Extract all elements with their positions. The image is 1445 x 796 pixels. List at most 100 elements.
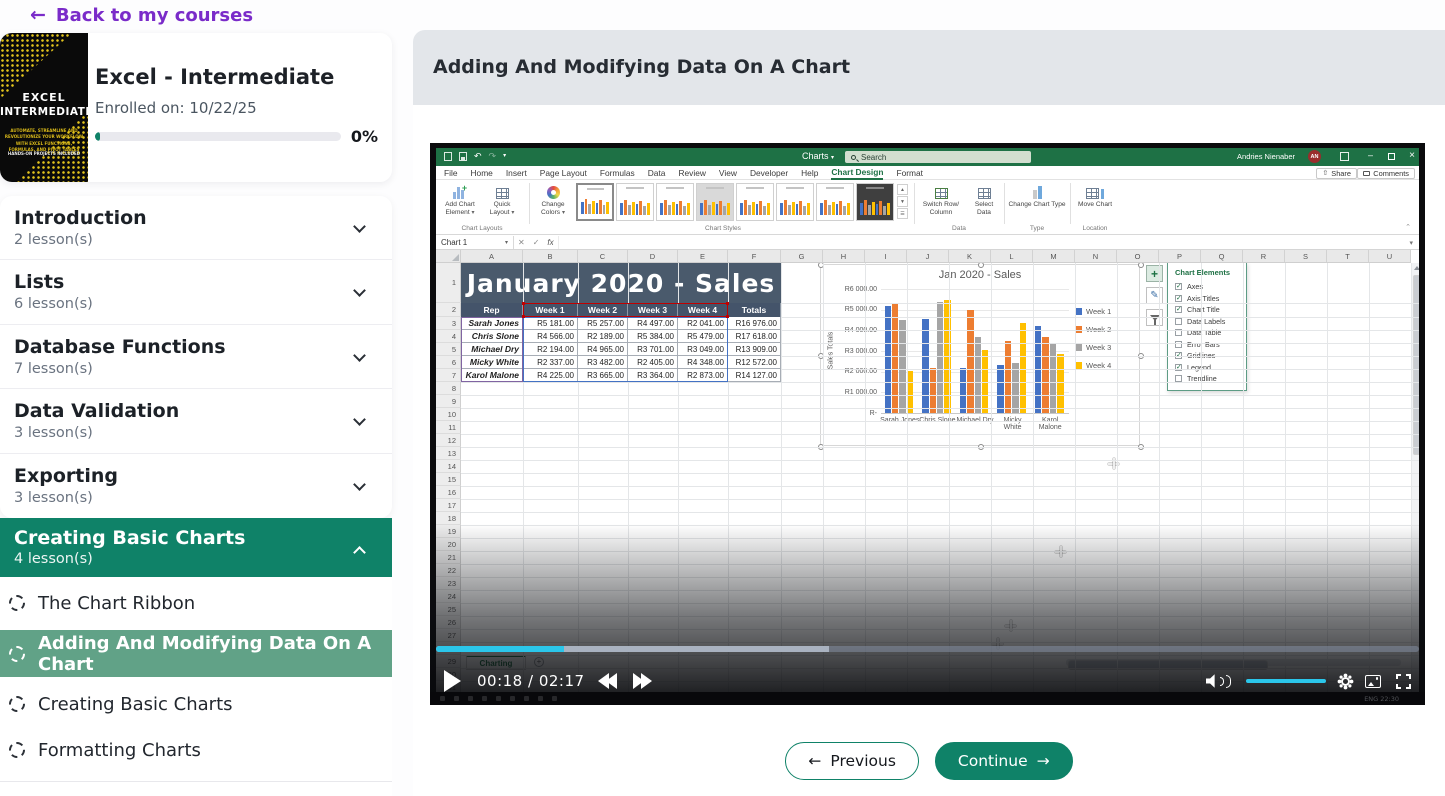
gridline xyxy=(461,629,1419,630)
column-header-L: L xyxy=(991,250,1033,263)
select-data-button: Select Data xyxy=(967,183,1001,216)
lesson-item-creating-basic-charts[interactable]: Creating Basic Charts xyxy=(0,686,392,722)
selection-handle xyxy=(522,302,525,305)
gridline xyxy=(461,486,1419,487)
column-header-D: D xyxy=(628,250,678,263)
sidebar-section-introduction[interactable]: Introduction2 lesson(s) xyxy=(0,196,392,260)
spreadsheet-grid: January 2020 - Sales Jan 2020 - SalesSal… xyxy=(436,250,1419,700)
sidebar-section-creating-basic-charts[interactable]: Creating Basic Charts 4 lesson(s) xyxy=(0,518,392,577)
ribbon-tab-data: Data xyxy=(648,168,666,178)
gridline xyxy=(461,538,1419,539)
chart-elements-button: + xyxy=(1146,265,1163,282)
column-header-R: R xyxy=(1243,250,1285,263)
ribbon-tab-formulas: Formulas xyxy=(600,168,635,178)
sidebar-section-database-functions[interactable]: Database Functions7 lesson(s) xyxy=(0,325,392,389)
volume-button[interactable] xyxy=(1206,674,1231,688)
chart-bar-week-3-sarah-jones xyxy=(899,320,906,413)
expand-formula-bar-icon: ▾ xyxy=(1409,239,1419,247)
sidebar-section-data-validation[interactable]: Data Validation3 lesson(s) xyxy=(0,389,392,453)
gallery-down-icon: ▼ xyxy=(897,196,908,207)
chart-element-option-legend: ✓Legend xyxy=(1175,362,1246,374)
sidebar-section-exporting[interactable]: Exporting3 lesson(s) xyxy=(0,454,392,518)
picture-in-picture-icon[interactable] xyxy=(1365,675,1381,688)
video-player[interactable]: ↶ ↷ ▾ Charts ▾ Search Andries Nienaber A… xyxy=(430,143,1425,705)
legend-swatch xyxy=(1075,308,1082,315)
checked-checkbox-icon: ✓ xyxy=(1175,283,1182,290)
excel-ribbon: + Add Chart Element ▾ Quick Layout ▾ Cha… xyxy=(436,180,1419,235)
continue-button[interactable]: Continue → xyxy=(935,742,1073,780)
column-header-I: I xyxy=(865,250,907,263)
sidebar-section-pivot-tables[interactable]: Pivot Tables xyxy=(0,790,392,796)
volume-slider[interactable] xyxy=(1246,679,1326,683)
lesson-nav-actions: ← Previous Continue → xyxy=(413,742,1445,780)
gridline xyxy=(461,564,1419,565)
previous-button[interactable]: ← Previous xyxy=(785,742,919,780)
row-header-5: 5 xyxy=(436,343,461,356)
select-data-icon xyxy=(978,188,991,199)
minimize-icon: – xyxy=(1368,150,1373,160)
row-header-11: 11 xyxy=(436,421,461,434)
lesson-item-formatting-charts[interactable]: Formatting Charts xyxy=(0,732,392,768)
excel-menubar: FileHomeInsertPage LayoutFormulasDataRev… xyxy=(436,166,1419,180)
gridline xyxy=(461,408,1419,409)
back-to-courses-link[interactable]: ← Back to my courses xyxy=(30,4,253,26)
gallery-scroll: ▲ ▼ ☰ xyxy=(897,184,908,219)
formula-input xyxy=(558,236,1410,249)
lesson-item-adding-and-modifying-data-on-a-chart[interactable]: Adding And Modifying Data On A Chart xyxy=(0,630,392,677)
row-header-3: 3 xyxy=(436,317,461,330)
lesson-item-the-chart-ribbon[interactable]: The Chart Ribbon xyxy=(0,585,392,621)
gridline xyxy=(1327,263,1328,700)
row-header-26: 26 xyxy=(436,616,461,629)
chart-style-thumbnail-1 xyxy=(576,183,614,221)
selection-handle xyxy=(726,302,729,305)
change-chart-type-icon xyxy=(1033,183,1042,199)
rewind-button[interactable] xyxy=(601,673,617,689)
gridline xyxy=(461,512,1419,513)
row-header-23: 23 xyxy=(436,577,461,590)
brush-icon: ✎ xyxy=(1150,290,1158,301)
lesson-label: Creating Basic Charts xyxy=(38,694,233,715)
sidebar-section-lists[interactable]: Lists6 lesson(s) xyxy=(0,260,392,324)
chart-bar-week-1-sarah-jones xyxy=(885,306,892,413)
add-chart-element-button: + Add Chart Element ▾ xyxy=(440,183,480,216)
legend-item-week-3: Week 3 xyxy=(1075,343,1111,352)
chart-element-label: Axis Titles xyxy=(1187,294,1219,303)
video-seek-bar[interactable] xyxy=(436,646,1419,652)
table-cell-value: R3 049.00 xyxy=(678,343,728,356)
fullscreen-icon[interactable] xyxy=(1396,674,1411,689)
table-cell-value: R5 384.00 xyxy=(628,330,678,343)
fast-forward-button[interactable] xyxy=(633,673,649,689)
play-button[interactable] xyxy=(444,670,461,692)
search-placeholder: Search xyxy=(861,153,886,162)
cover-subtitle: AUTOMATE, STREAMLINE AND REVOLUTIONIZE Y… xyxy=(3,128,85,154)
table-cell-value: R4 348.00 xyxy=(678,356,728,369)
settings-gear-icon[interactable] xyxy=(1341,677,1350,686)
selection-handle xyxy=(726,315,729,318)
column-header-N: N xyxy=(1075,250,1117,263)
chart-style-thumbnail-7 xyxy=(816,183,854,221)
ribbon-tab-file: File xyxy=(444,168,458,178)
section-title: Introduction xyxy=(14,207,392,229)
cover-pattern xyxy=(0,33,72,99)
quick-access-toolbar: ↶ ↷ ▾ xyxy=(444,151,506,161)
section-title: Data Validation xyxy=(14,400,392,422)
played-range xyxy=(436,646,564,652)
row-header-12: 12 xyxy=(436,434,461,447)
row-header-19: 19 xyxy=(436,525,461,538)
chart-bar-week-1-michael-dry xyxy=(960,368,967,413)
change-chart-type-button: Change Chart Type xyxy=(1008,183,1066,209)
ribbon-options-icon xyxy=(1340,152,1349,161)
gridline xyxy=(781,263,782,700)
row-header-16: 16 xyxy=(436,486,461,499)
course-card: EXCEL INTERMEDIATE AUTOMATE, STREAMLINE … xyxy=(0,33,392,182)
section-count: 3 lesson(s) xyxy=(14,490,392,506)
column-header-O: O xyxy=(1117,250,1159,263)
table-cell-rep: Chris Slone xyxy=(461,330,523,343)
chart-element-label: Data Labels xyxy=(1187,317,1225,326)
table-cell-value: R16 976.00 xyxy=(728,317,781,330)
chart-y-tick: R6 000.00 xyxy=(823,286,877,293)
gridline xyxy=(991,263,992,700)
row-header-25: 25 xyxy=(436,603,461,616)
lesson-title: Adding And Modifying Data On A Chart xyxy=(433,56,850,78)
row-header-9: 9 xyxy=(436,395,461,408)
